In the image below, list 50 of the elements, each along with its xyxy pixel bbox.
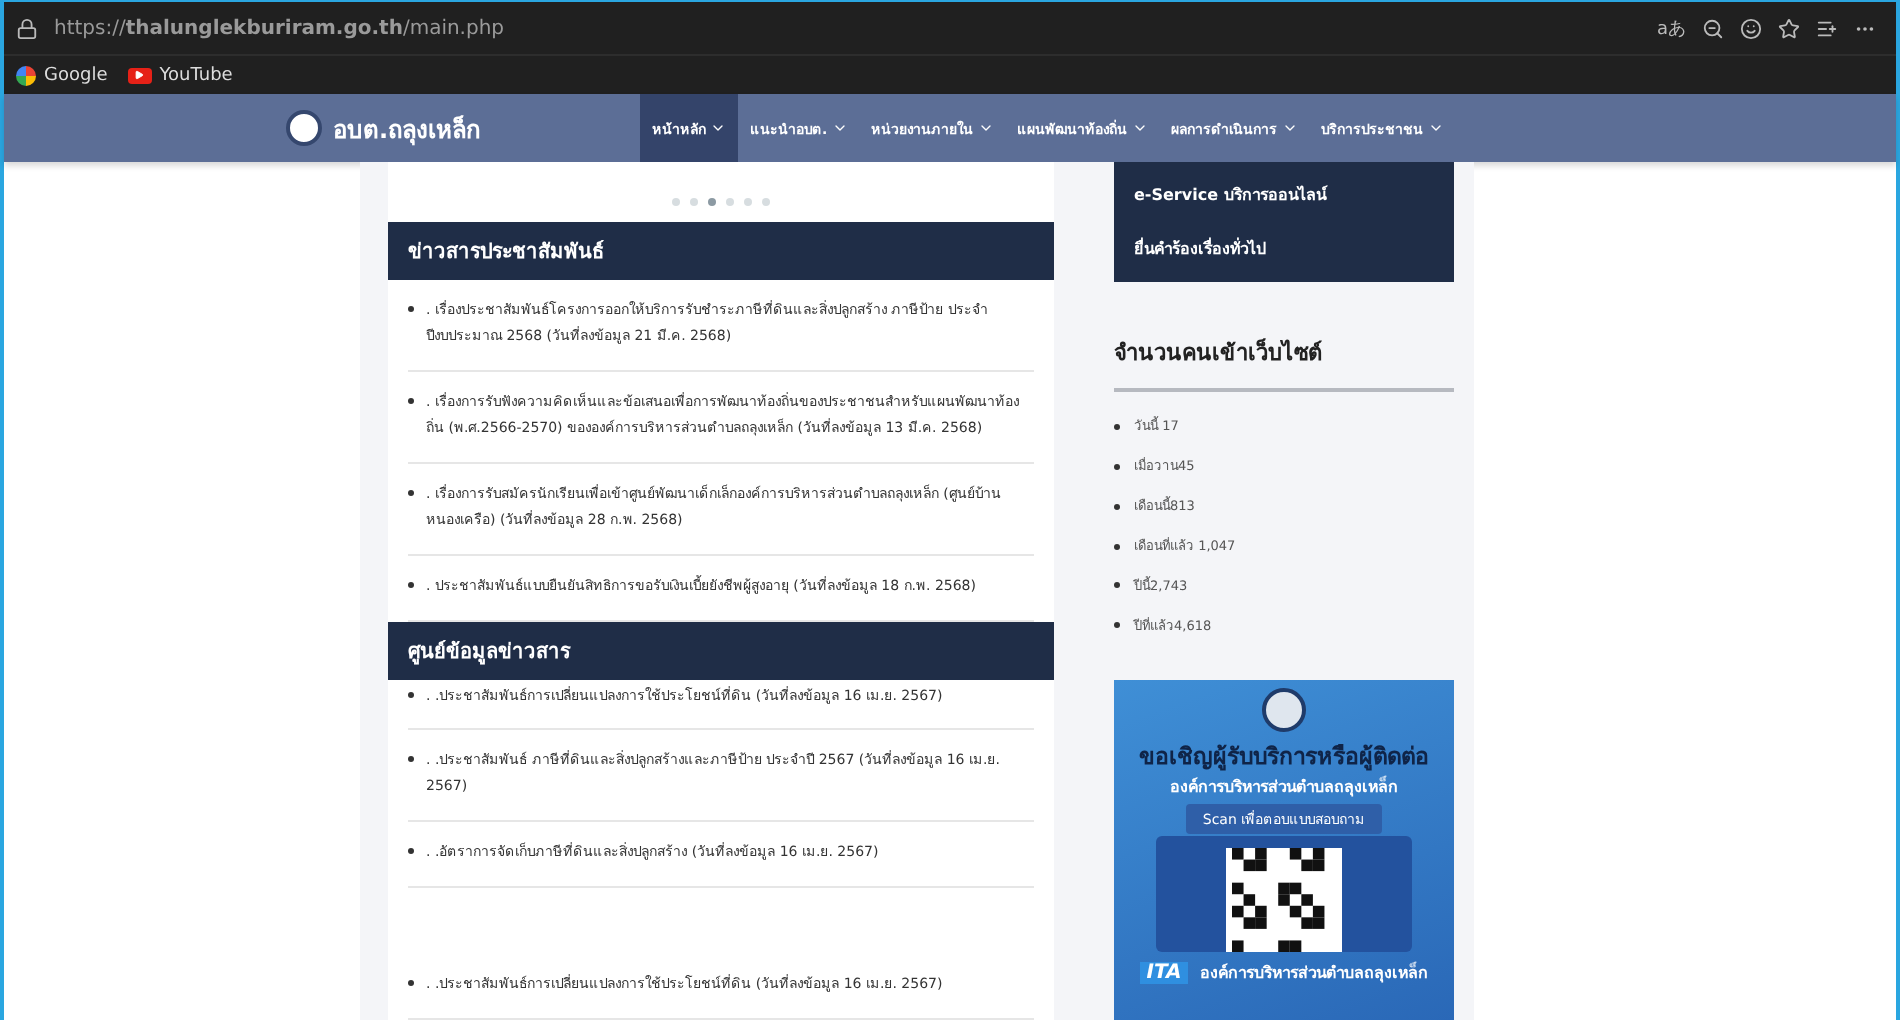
bookmark-link[interactable]: YouTube (127, 65, 233, 85)
chevron-down-icon (1131, 120, 1148, 136)
bullet-icon (1114, 503, 1120, 510)
bullet-icon (1114, 463, 1120, 470)
chevron-down-icon (977, 120, 994, 136)
chevron-down-icon (831, 120, 848, 136)
favorites-list-icon[interactable] (1816, 17, 1838, 39)
visitor-heading: จำนวนคนเข้าเว็บไซต์ (1114, 334, 1454, 392)
chevron-down-icon (710, 120, 726, 136)
ita-logo: ITA (1140, 961, 1188, 984)
chevron-down-icon (1427, 120, 1444, 136)
play-icon (127, 67, 152, 83)
service-link[interactable]: e-Service บริการออนไลน์ (1134, 168, 1434, 222)
section-header: ข่าวสารประชาสัมพันธ์ (388, 222, 1054, 280)
chevron-down-icon (1281, 120, 1298, 136)
address-bar[interactable]: https://thalunglekburiram.go.th/main.php (54, 17, 1641, 39)
qr-code-icon (1226, 847, 1342, 952)
bullet-icon (408, 306, 414, 312)
carousel-dot[interactable] (690, 198, 698, 206)
banner-footer-org: องค์การบริหารส่วนตำบลถลุงเหล็ก (1199, 959, 1428, 986)
service-link[interactable]: ยื่นคำร้องเรื่องทั่วไป (1134, 222, 1434, 276)
bullet-icon (1114, 543, 1120, 550)
reader-view-button[interactable]: aあ (1656, 15, 1686, 41)
bullet-icon (408, 582, 414, 588)
banner-headline: ขอเชิญผู้รับบริการหรือผู้ติดต่อ (1139, 739, 1429, 774)
lock-icon[interactable] (16, 17, 38, 39)
bullet-icon (408, 692, 414, 698)
bullet-icon (408, 490, 414, 496)
bullet-icon (408, 756, 414, 762)
site-name[interactable]: อบต.ถลุงเหล็ก (332, 109, 480, 147)
section-header: ศูนย์ข้อมูลข่าวสาร (388, 622, 1054, 680)
bullet-icon (1114, 423, 1120, 430)
seal-logo-icon (1262, 687, 1306, 732)
bullet-icon (408, 848, 414, 854)
carousel-dot[interactable] (744, 198, 752, 206)
zoom-out-icon[interactable] (1702, 17, 1724, 39)
banner-org: องค์การบริหารส่วนตำบลถลุงเหล็ก (1170, 773, 1398, 800)
favorite-star-icon[interactable] (1778, 17, 1800, 39)
seal-logo-icon (286, 110, 323, 146)
bullet-icon (408, 980, 414, 986)
carousel-dot[interactable] (708, 198, 716, 206)
carousel-dot[interactable] (762, 198, 770, 206)
carousel-dot[interactable] (726, 198, 734, 206)
bullet-icon (408, 398, 414, 404)
google-icon (16, 65, 36, 85)
carousel-dot[interactable] (672, 198, 680, 206)
bullet-icon (1114, 582, 1120, 589)
bookmark-link[interactable]: Google (16, 65, 108, 85)
bullet-icon (1114, 622, 1120, 629)
smiley-icon[interactable] (1740, 17, 1762, 39)
